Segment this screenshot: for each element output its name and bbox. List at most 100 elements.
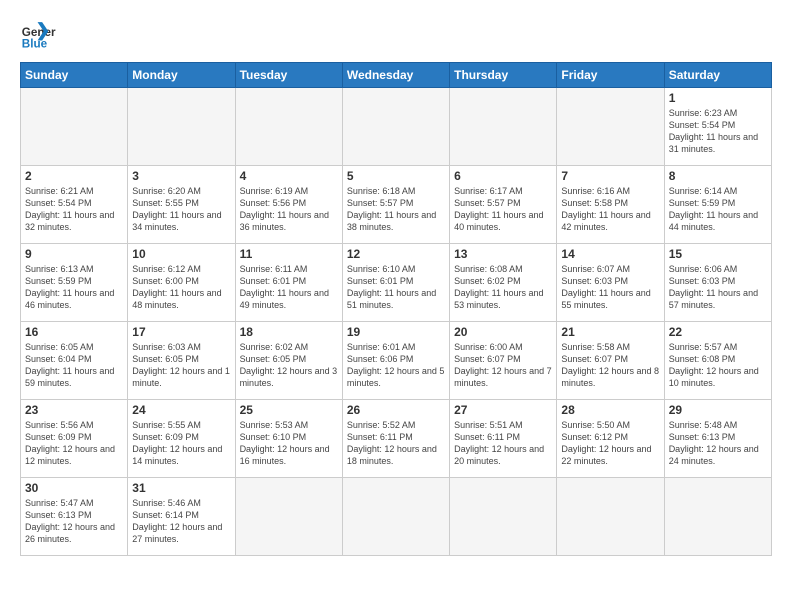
calendar-cell: 19Sunrise: 6:01 AM Sunset: 6:06 PM Dayli…: [342, 322, 449, 400]
calendar-table: SundayMondayTuesdayWednesdayThursdayFrid…: [20, 62, 772, 556]
day-number: 27: [454, 403, 552, 417]
calendar-cell: [450, 88, 557, 166]
calendar-cell: 23 Sunrise: 5:56 AM Sunset: 6:09 PM Dayli…: [21, 400, 128, 478]
calendar-cell: 29 Sunrise: 5:48 AM Sunset: 6:13 PM Dayli…: [664, 400, 771, 478]
calendar-cell: 13Sunrise: 6:08 AM Sunset: 6:02 PM Dayli…: [450, 244, 557, 322]
day-info: Sunrise: 6:06 AM Sunset: 6:03 PM Dayligh…: [669, 263, 767, 312]
weekday-header-sunday: Sunday: [21, 63, 128, 88]
calendar-cell: 12 Sunrise: 6:10 AM Sunset: 6:01 PM Dayli…: [342, 244, 449, 322]
day-number: 9: [25, 247, 123, 261]
calendar-cell: [128, 88, 235, 166]
day-number: 24: [132, 403, 230, 417]
day-info: Sunrise: 6:21 AM Sunset: 5:54 PM Dayligh…: [25, 185, 123, 234]
day-number: 16: [25, 325, 123, 339]
calendar-cell: [21, 88, 128, 166]
weekday-header-monday: Monday: [128, 63, 235, 88]
day-info: Sunrise: 6:12 AM Sunset: 6:00 PM Dayligh…: [132, 263, 230, 312]
calendar-cell: [342, 478, 449, 556]
svg-text:Blue: Blue: [22, 38, 48, 51]
day-number: 17: [132, 325, 230, 339]
day-number: 29: [669, 403, 767, 417]
calendar-cell: 15Sunrise: 6:06 AM Sunset: 6:03 PM Dayli…: [664, 244, 771, 322]
day-number: 1: [669, 91, 767, 105]
calendar-cell: 8 Sunrise: 6:14 AM Sunset: 5:59 PM Daylig…: [664, 166, 771, 244]
day-info: Sunrise: 6:16 AM Sunset: 5:58 PM Dayligh…: [561, 185, 659, 234]
calendar-cell: [235, 88, 342, 166]
calendar-week-1: 1 Sunrise: 6:23 AM Sunset: 5:54 PM Daylig…: [21, 88, 772, 166]
day-info: Sunrise: 6:20 AM Sunset: 5:55 PM Dayligh…: [132, 185, 230, 234]
calendar-cell: 26 Sunrise: 5:52 AM Sunset: 6:11 PM Dayli…: [342, 400, 449, 478]
calendar-cell: 10 Sunrise: 6:12 AM Sunset: 6:00 PM Dayli…: [128, 244, 235, 322]
day-info: Sunrise: 5:47 AM Sunset: 6:13 PM Dayligh…: [25, 497, 123, 546]
calendar-cell: 28Sunrise: 5:50 AM Sunset: 6:12 PM Dayli…: [557, 400, 664, 478]
calendar-week-6: 30 Sunrise: 5:47 AM Sunset: 6:13 PM Dayli…: [21, 478, 772, 556]
calendar-cell: [557, 88, 664, 166]
day-number: 8: [669, 169, 767, 183]
day-number: 5: [347, 169, 445, 183]
day-info: Sunrise: 6:14 AM Sunset: 5:59 PM Dayligh…: [669, 185, 767, 234]
calendar-cell: 17 Sunrise: 6:03 AM Sunset: 6:05 PM Dayli…: [128, 322, 235, 400]
day-info: Sunrise: 6:13 AM Sunset: 5:59 PM Dayligh…: [25, 263, 123, 312]
day-info: Sunrise: 6:19 AM Sunset: 5:56 PM Dayligh…: [240, 185, 338, 234]
day-number: 22: [669, 325, 767, 339]
day-info: Sunrise: 5:52 AM Sunset: 6:11 PM Dayligh…: [347, 419, 445, 468]
day-number: 10: [132, 247, 230, 261]
day-number: 26: [347, 403, 445, 417]
day-info: Sunrise: 6:08 AM Sunset: 6:02 PM Dayligh…: [454, 263, 552, 312]
day-number: 4: [240, 169, 338, 183]
calendar-week-3: 9 Sunrise: 6:13 AM Sunset: 5:59 PM Daylig…: [21, 244, 772, 322]
calendar-cell: [342, 88, 449, 166]
day-info: Sunrise: 6:02 AM Sunset: 6:05 PM Dayligh…: [240, 341, 338, 390]
day-info: Sunrise: 6:10 AM Sunset: 6:01 PM Dayligh…: [347, 263, 445, 312]
calendar-cell: 9 Sunrise: 6:13 AM Sunset: 5:59 PM Daylig…: [21, 244, 128, 322]
calendar-cell: 27Sunrise: 5:51 AM Sunset: 6:11 PM Dayli…: [450, 400, 557, 478]
day-info: Sunrise: 6:01 AM Sunset: 6:06 PM Dayligh…: [347, 341, 445, 390]
day-info: Sunrise: 6:23 AM Sunset: 5:54 PM Dayligh…: [669, 107, 767, 156]
weekday-header-thursday: Thursday: [450, 63, 557, 88]
day-info: Sunrise: 5:53 AM Sunset: 6:10 PM Dayligh…: [240, 419, 338, 468]
day-info: Sunrise: 5:58 AM Sunset: 6:07 PM Dayligh…: [561, 341, 659, 390]
day-number: 30: [25, 481, 123, 495]
weekday-header-wednesday: Wednesday: [342, 63, 449, 88]
day-info: Sunrise: 6:18 AM Sunset: 5:57 PM Dayligh…: [347, 185, 445, 234]
day-info: Sunrise: 6:11 AM Sunset: 6:01 PM Dayligh…: [240, 263, 338, 312]
calendar-week-5: 23 Sunrise: 5:56 AM Sunset: 6:09 PM Dayli…: [21, 400, 772, 478]
calendar-cell: [235, 478, 342, 556]
logo: General Blue: [20, 16, 62, 52]
day-number: 12: [347, 247, 445, 261]
day-info: Sunrise: 6:00 AM Sunset: 6:07 PM Dayligh…: [454, 341, 552, 390]
header: General Blue: [20, 16, 772, 52]
calendar-cell: 25 Sunrise: 5:53 AM Sunset: 6:10 PM Dayli…: [235, 400, 342, 478]
day-number: 28: [561, 403, 659, 417]
weekday-header-saturday: Saturday: [664, 63, 771, 88]
weekday-header-friday: Friday: [557, 63, 664, 88]
calendar-cell: 24Sunrise: 5:55 AM Sunset: 6:09 PM Dayli…: [128, 400, 235, 478]
day-number: 3: [132, 169, 230, 183]
calendar-week-2: 2 Sunrise: 6:21 AM Sunset: 5:54 PM Daylig…: [21, 166, 772, 244]
calendar-cell: 1 Sunrise: 6:23 AM Sunset: 5:54 PM Daylig…: [664, 88, 771, 166]
calendar-cell: 4 Sunrise: 6:19 AM Sunset: 5:56 PM Daylig…: [235, 166, 342, 244]
calendar-cell: 2 Sunrise: 6:21 AM Sunset: 5:54 PM Daylig…: [21, 166, 128, 244]
weekday-header-tuesday: Tuesday: [235, 63, 342, 88]
day-info: Sunrise: 6:03 AM Sunset: 6:05 PM Dayligh…: [132, 341, 230, 390]
day-info: Sunrise: 6:07 AM Sunset: 6:03 PM Dayligh…: [561, 263, 659, 312]
calendar-week-4: 16 Sunrise: 6:05 AM Sunset: 6:04 PM Dayli…: [21, 322, 772, 400]
day-number: 14: [561, 247, 659, 261]
day-number: 11: [240, 247, 338, 261]
day-number: 23: [25, 403, 123, 417]
calendar-cell: 31Sunrise: 5:46 AM Sunset: 6:14 PM Dayli…: [128, 478, 235, 556]
day-info: Sunrise: 5:56 AM Sunset: 6:09 PM Dayligh…: [25, 419, 123, 468]
day-info: Sunrise: 6:05 AM Sunset: 6:04 PM Dayligh…: [25, 341, 123, 390]
day-number: 2: [25, 169, 123, 183]
calendar-cell: 22 Sunrise: 5:57 AM Sunset: 6:08 PM Dayli…: [664, 322, 771, 400]
weekday-header-row: SundayMondayTuesdayWednesdayThursdayFrid…: [21, 63, 772, 88]
calendar-cell: [664, 478, 771, 556]
day-number: 6: [454, 169, 552, 183]
day-info: Sunrise: 5:46 AM Sunset: 6:14 PM Dayligh…: [132, 497, 230, 546]
calendar-cell: 5 Sunrise: 6:18 AM Sunset: 5:57 PM Daylig…: [342, 166, 449, 244]
calendar-cell: 6Sunrise: 6:17 AM Sunset: 5:57 PM Daylig…: [450, 166, 557, 244]
calendar-cell: 18Sunrise: 6:02 AM Sunset: 6:05 PM Dayli…: [235, 322, 342, 400]
day-info: Sunrise: 5:48 AM Sunset: 6:13 PM Dayligh…: [669, 419, 767, 468]
day-number: 25: [240, 403, 338, 417]
day-info: Sunrise: 5:57 AM Sunset: 6:08 PM Dayligh…: [669, 341, 767, 390]
